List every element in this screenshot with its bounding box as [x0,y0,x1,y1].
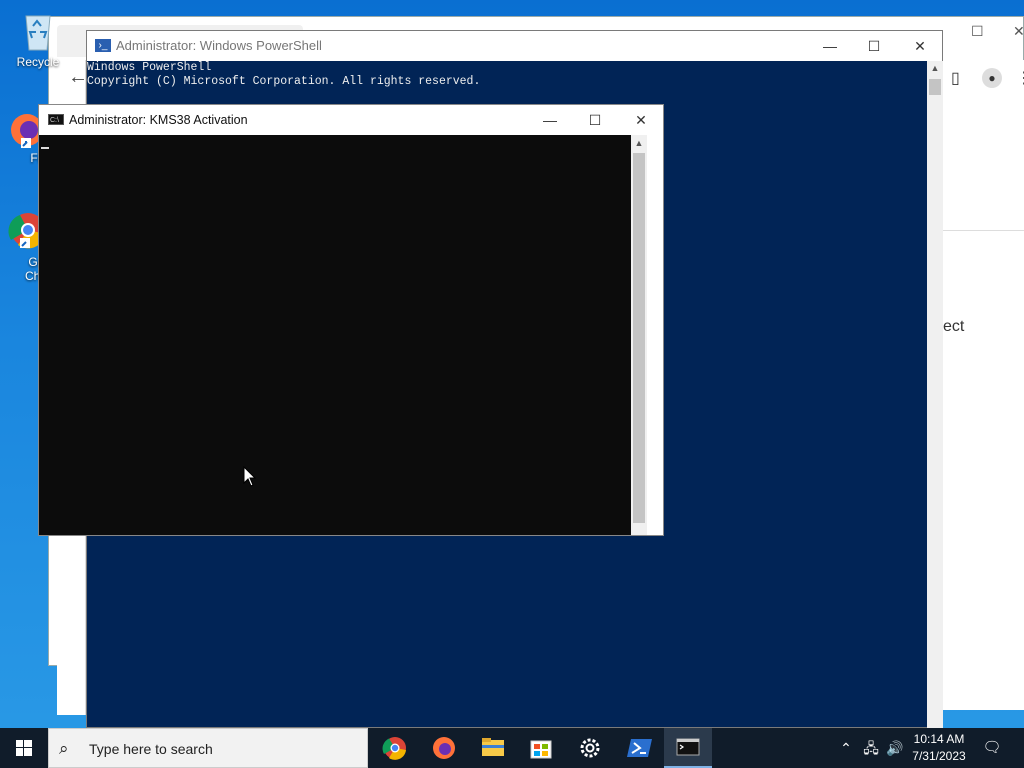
scrollbar-thumb[interactable] [929,79,941,95]
firefox-icon [433,737,455,759]
minimize-button[interactable]: — [807,31,853,61]
search-icon: ⌕ [59,739,69,758]
maximize-button[interactable]: ☐ [572,105,618,135]
file-explorer-icon [482,738,504,756]
notification-icon[interactable]: 🗨 [980,728,1004,768]
cmd-scrollbar[interactable]: ▲ [631,135,647,535]
background-window-text: ect [943,318,965,335]
windows-logo-icon [16,740,32,756]
taskbar-chrome[interactable] [371,728,419,768]
maximize-icon[interactable]: ☐ [971,23,984,40]
maximize-button[interactable]: ☐ [851,31,897,61]
clock-date: 7/31/2023 [912,749,966,763]
firefox-icon [11,114,43,148]
cmd-icon [676,738,700,756]
powershell-scrollbar[interactable]: ▲ [927,61,943,729]
window-title: Administrator: KMS38 Activation [69,113,248,127]
taskbar-cmd[interactable] [664,728,712,768]
powershell-icon: ›_ [95,39,111,52]
show-hidden-icons-icon[interactable]: ⌃ [836,728,856,768]
chrome-icon [382,737,406,760]
search-placeholder: Type here to search [89,741,213,757]
powershell-title-bar[interactable]: ›_ Administrator: Windows PowerShell — ☐… [87,31,942,61]
clock-time: 10:14 AM [913,732,965,746]
desktop-icon-label: Recycle [16,55,60,69]
cmd-title-bar[interactable]: C:\ Administrator: KMS38 Activation — ☐ … [39,105,663,135]
more-options-icon[interactable]: ⋮ [1016,68,1024,88]
mouse-pointer-icon [243,466,257,487]
minimize-button[interactable]: — [527,105,573,135]
sidebar-toggle-icon[interactable]: ▯ [951,68,960,88]
close-icon[interactable]: ✕ [1013,23,1024,40]
background-window-content: ect [943,60,1024,710]
taskbar-clock[interactable]: 10:14 AM 7/31/2023 [906,731,972,765]
close-button[interactable]: ✕ [618,105,664,135]
scrollbar-thumb[interactable] [633,153,645,523]
cmd-console[interactable] [39,135,631,535]
window-title: Administrator: Windows PowerShell [116,38,322,53]
store-icon [530,740,552,759]
text-cursor [41,147,49,149]
powershell-console[interactable]: Windows PowerShell Copyright (C) Microso… [87,61,927,89]
taskbar: ⌕ Type here to search ⌃ 🖧 🔊 10:14 AM 7/3… [0,728,1024,768]
taskbar-settings[interactable] [566,728,614,768]
taskbar-firefox[interactable] [420,728,468,768]
volume-icon[interactable]: 🔊 [884,728,906,768]
chrome-icon [8,213,45,249]
taskbar-store[interactable] [517,728,565,768]
powershell-icon [627,739,652,757]
settings-icon [580,738,600,758]
recycle-bin-icon [25,15,51,51]
console-line: Windows PowerShell [87,61,212,74]
profile-avatar-icon[interactable]: ● [982,68,1002,88]
cmd-window[interactable]: C:\ Administrator: KMS38 Activation — ☐ … [38,104,664,536]
network-icon[interactable]: 🖧 [860,728,882,768]
console-line: Copyright (C) Microsoft Corporation. All… [87,75,481,88]
cmd-icon: C:\ [48,114,64,125]
back-arrow-icon[interactable]: ← [68,66,88,89]
desktop-icon-recycle-bin[interactable]: Recycle [3,8,73,69]
scroll-up-icon[interactable]: ▲ [927,63,943,73]
taskbar-search[interactable]: ⌕ Type here to search [48,728,368,768]
scroll-up-icon[interactable]: ▲ [631,138,647,148]
start-button[interactable] [0,728,48,768]
divider [943,230,1024,231]
taskbar-powershell[interactable] [616,728,664,768]
taskbar-file-explorer[interactable] [469,728,517,768]
window-border [647,135,663,535]
close-button[interactable]: ✕ [897,31,943,61]
